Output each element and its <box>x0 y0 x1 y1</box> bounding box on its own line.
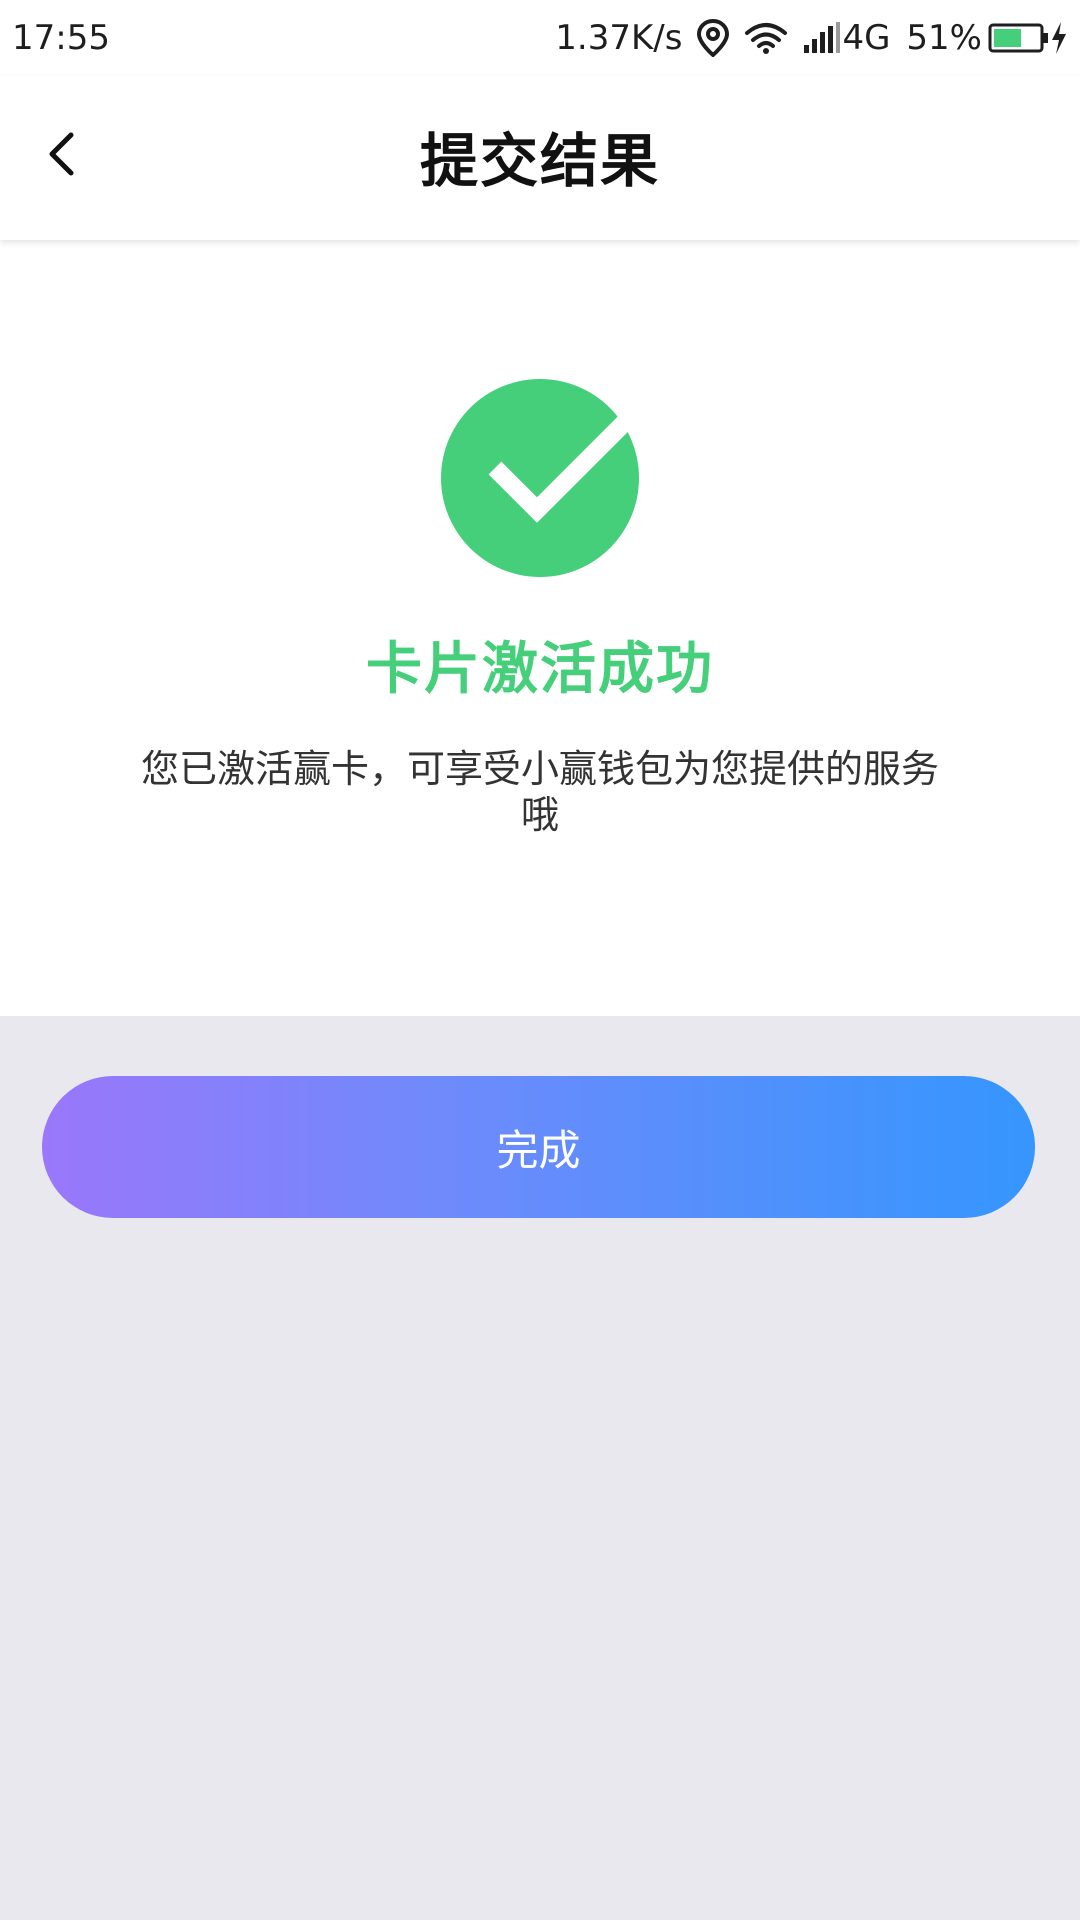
network-type: 4G <box>842 18 891 58</box>
result-card: 卡片激活成功 您已激活赢卡，可享受小赢钱包为您提供的服务哦 <box>0 240 1080 1016</box>
page-title: 提交结果 <box>419 127 660 195</box>
success-title: 卡片激活成功 <box>366 637 714 702</box>
battery-percentage: 51% <box>906 18 982 58</box>
done-button[interactable]: 完成 <box>42 1076 1035 1218</box>
status-indicators: 1.37K/s 4G 51% <box>555 18 1068 58</box>
network-speed: 1.37K/s <box>555 18 683 58</box>
battery-icon <box>988 23 1050 53</box>
header: 提交结果 <box>0 76 1080 240</box>
wifi-icon <box>744 21 788 55</box>
location-icon <box>696 19 730 57</box>
check-circle-icon <box>440 378 640 578</box>
status-time: 17:55 <box>12 18 110 58</box>
charging-icon <box>1050 21 1068 55</box>
signal-icon <box>802 21 842 55</box>
status-bar: 17:55 1.37K/s 4G 51% <box>0 0 1080 76</box>
success-description: 您已激活赢卡，可享受小赢钱包为您提供的服务哦 <box>140 747 939 837</box>
